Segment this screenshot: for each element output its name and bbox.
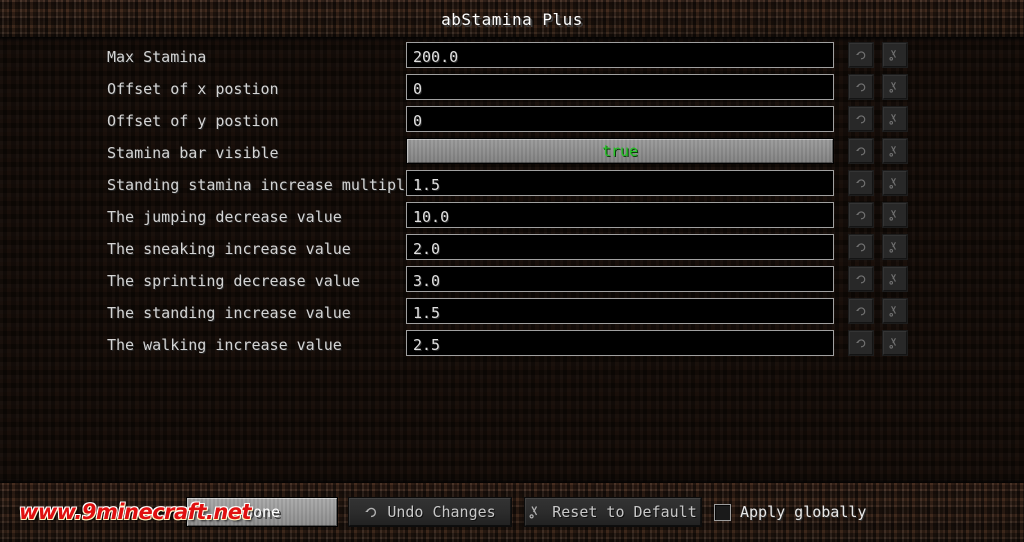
option-text-input[interactable]: 10.0 <box>406 202 834 228</box>
row-undo-button[interactable] <box>848 138 874 164</box>
row-undo-button[interactable] <box>848 234 874 260</box>
option-row: The walking increase value 2.5 <box>0 330 1024 362</box>
option-text-input[interactable]: 2.5 <box>406 330 834 356</box>
row-undo-button[interactable] <box>848 202 874 228</box>
option-label: Offset of x postion <box>107 80 279 98</box>
option-row: Max Stamina 200.0 <box>0 42 1024 74</box>
option-row: The jumping decrease value 10.0 <box>0 202 1024 234</box>
option-row: Standing stamina increase multiplier 1.5 <box>0 170 1024 202</box>
option-text-input[interactable]: 0 <box>406 74 834 100</box>
option-text-value: 200.0 <box>413 48 459 66</box>
row-reset-button[interactable] <box>882 138 908 164</box>
site-watermark: www.9minecraft.net <box>19 500 252 524</box>
reset-to-default-button[interactable]: Reset to Default <box>524 497 702 527</box>
option-text-input[interactable]: 2.0 <box>406 234 834 260</box>
row-undo-button[interactable] <box>848 266 874 292</box>
option-text-input[interactable]: 1.5 <box>406 170 834 196</box>
row-reset-button[interactable] <box>882 170 908 196</box>
option-row: Offset of y postion 0 <box>0 106 1024 138</box>
option-label: The sprinting decrease value <box>107 272 360 290</box>
option-row: The standing increase value 1.5 <box>0 298 1024 330</box>
option-text-value: 1.5 <box>413 304 441 322</box>
row-undo-button[interactable] <box>848 42 874 68</box>
row-undo-button[interactable] <box>848 298 874 324</box>
option-boolean-value: true <box>601 142 639 160</box>
row-reset-button[interactable] <box>882 234 908 260</box>
option-text-value: 0 <box>413 80 423 98</box>
option-text-value: 3.0 <box>413 272 441 290</box>
row-reset-button[interactable] <box>882 42 908 68</box>
page-title: abStamina Plus <box>441 10 583 29</box>
option-row: Offset of x postion 0 <box>0 74 1024 106</box>
option-row: The sprinting decrease value 3.0 <box>0 266 1024 298</box>
undo-changes-button[interactable]: Undo Changes <box>348 497 512 527</box>
option-text-value: 1.5 <box>413 176 441 194</box>
apply-globally-control[interactable]: Apply globally <box>714 497 866 527</box>
reset-to-default-label: Reset to Default <box>552 503 697 521</box>
option-text-value: 2.5 <box>413 336 441 354</box>
apply-globally-label: Apply globally <box>740 503 867 521</box>
option-label: Max Stamina <box>107 48 207 66</box>
minecraft-config-screen: abStamina Plus Max Stamina 200.0 Offset of… <box>0 0 1024 542</box>
row-undo-button[interactable] <box>848 330 874 356</box>
option-label: Offset of y postion <box>107 112 279 130</box>
option-text-value: 0 <box>413 112 423 130</box>
option-label: The walking increase value <box>107 336 342 354</box>
undo-arrow-icon <box>364 505 378 519</box>
option-label: The sneaking increase value <box>107 240 351 258</box>
option-label: The standing increase value <box>107 304 351 322</box>
row-reset-button[interactable] <box>882 202 908 228</box>
option-text-value: 10.0 <box>413 208 450 226</box>
option-text-input[interactable]: 200.0 <box>406 42 834 68</box>
option-text-input[interactable]: 1.5 <box>406 298 834 324</box>
row-undo-button[interactable] <box>848 74 874 100</box>
apply-globally-checkbox[interactable] <box>714 503 731 521</box>
option-row: The sneaking increase value 2.0 <box>0 234 1024 266</box>
option-rows-list: Max Stamina 200.0 Offset of x postion 0 Offs… <box>0 42 1024 362</box>
option-label: The jumping decrease value <box>107 208 342 226</box>
reset-to-default-icon <box>529 505 543 519</box>
option-text-value: 2.0 <box>413 240 441 258</box>
row-reset-button[interactable] <box>882 266 908 292</box>
row-reset-button[interactable] <box>882 298 908 324</box>
row-reset-button[interactable] <box>882 106 908 132</box>
option-text-input[interactable]: 3.0 <box>406 266 834 292</box>
row-undo-button[interactable] <box>848 170 874 196</box>
undo-changes-label: Undo Changes <box>387 503 496 521</box>
option-text-input[interactable]: 0 <box>406 106 834 132</box>
option-row: Stamina bar visible true <box>0 138 1024 170</box>
row-undo-button[interactable] <box>848 106 874 132</box>
option-boolean-toggle[interactable]: true <box>406 138 834 164</box>
option-label: Standing stamina increase multiplier <box>107 176 433 194</box>
row-reset-button[interactable] <box>882 330 908 356</box>
option-label: Stamina bar visible <box>107 144 279 162</box>
row-reset-button[interactable] <box>882 74 908 100</box>
